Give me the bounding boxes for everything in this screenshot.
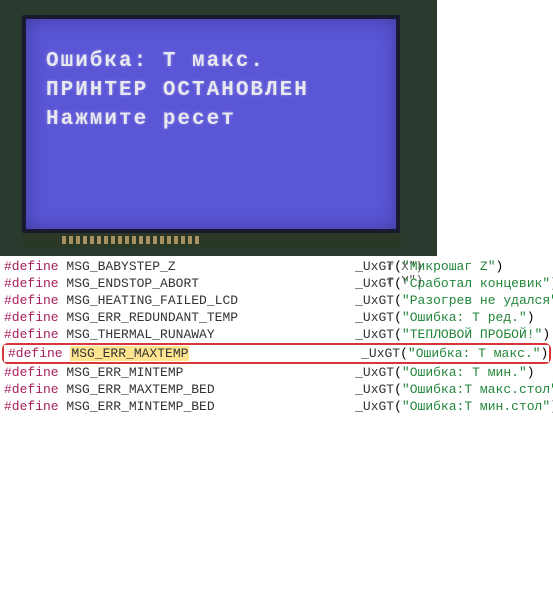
keyword: #define xyxy=(4,327,59,342)
identifier-highlighted: MSG_ERR_MAXTEMP xyxy=(70,346,189,361)
keyword: #define xyxy=(4,365,59,380)
lcd-line-1: Ошибка: Т макс. xyxy=(46,50,376,73)
identifier: MSG_THERMAL_RUNAWAY xyxy=(66,327,214,342)
keyword: #define xyxy=(4,276,59,291)
string: "Ошибка: Т мин." xyxy=(402,365,527,380)
keyword: #define xyxy=(4,293,59,308)
code-line[interactable]: #define MSG_HEATING_FAILED_LCD _UxGT("Ра… xyxy=(0,292,553,309)
string: "Разогрев не удался" xyxy=(402,293,553,308)
lcd-screen: Ошибка: Т макс. ПРИНТЕР ОСТАНОВЛЕН Нажми… xyxy=(22,15,400,233)
lcd-photo: Ошибка: Т макс. ПРИНТЕР ОСТАНОВЛЕН Нажми… xyxy=(0,0,437,256)
keyword: #define xyxy=(4,259,59,274)
string: "Ошибка: Т макс." xyxy=(408,346,541,361)
string: "Ошибка:Т мин.стол" xyxy=(402,399,550,414)
identifier: MSG_BABYSTEP_Z xyxy=(66,259,175,274)
code-line[interactable]: #define MSG_ERR_MINTEMP_BED _UxGT("Ошибк… xyxy=(0,398,553,415)
identifier: MSG_ERR_MAXTEMP_BED xyxy=(66,382,214,397)
lcd-line-2: ПРИНТЕР ОСТАНОВЛЕН xyxy=(46,79,376,102)
function: _UxGT xyxy=(355,399,394,414)
function: _UxGT xyxy=(355,327,394,342)
code-line[interactable]: #define MSG_ERR_REDUNDANT_TEMP _UxGT("Ош… xyxy=(0,309,553,326)
highlighted-row: #define MSG_ERR_MAXTEMP _UxGT("Ошибка: Т… xyxy=(2,343,551,364)
function: _UxGT xyxy=(355,382,394,397)
string: "Ошибка: Т ред." xyxy=(402,310,527,325)
code-line[interactable]: #define MSG_THERMAL_RUNAWAY _UxGT("ТЕПЛО… xyxy=(0,326,553,343)
keyword: #define xyxy=(4,399,59,414)
string: "Ошибка:Т макс.стол" xyxy=(402,382,553,397)
lcd-line-3: Нажмите ресет xyxy=(46,108,376,131)
code-line-highlighted[interactable]: #define MSG_ERR_MAXTEMP _UxGT("Ошибка: Т… xyxy=(4,345,549,362)
identifier: MSG_HEATING_FAILED_LCD xyxy=(66,293,238,308)
pcb-edge xyxy=(22,233,402,248)
identifier: MSG_ERR_MINTEMP_BED xyxy=(66,399,214,414)
partial-code-1: г X") xyxy=(387,260,431,274)
function: _UxGT xyxy=(355,365,394,380)
function: _UxGT xyxy=(355,293,394,308)
code-line[interactable]: #define MSG_ERR_MINTEMP _UxGT("Ошибка: Т… xyxy=(0,364,553,381)
keyword: #define xyxy=(4,382,59,397)
identifier: MSG_ERR_MINTEMP xyxy=(66,365,183,380)
string: "ТЕПЛОВОЙ ПРОБОЙ!" xyxy=(402,327,542,342)
partial-code-2: г Y") xyxy=(387,274,431,288)
code-line[interactable]: #define MSG_BABYSTEP_Z _UxGT("Микрошаг Z… xyxy=(0,258,553,275)
identifier: MSG_ERR_REDUNDANT_TEMP xyxy=(66,310,238,325)
code-block: #define MSG_BABYSTEP_Z _UxGT("Микрошаг Z… xyxy=(0,256,553,417)
function: _UxGT xyxy=(355,310,394,325)
function: _UxGT xyxy=(361,346,400,361)
code-line[interactable]: #define MSG_ENDSTOP_ABORT _UxGT("Сработа… xyxy=(0,275,553,292)
keyword: #define xyxy=(4,310,59,325)
identifier: MSG_ENDSTOP_ABORT xyxy=(66,276,199,291)
keyword: #define xyxy=(8,346,63,361)
code-line[interactable]: #define MSG_ERR_MAXTEMP_BED _UxGT("Ошибк… xyxy=(0,381,553,398)
